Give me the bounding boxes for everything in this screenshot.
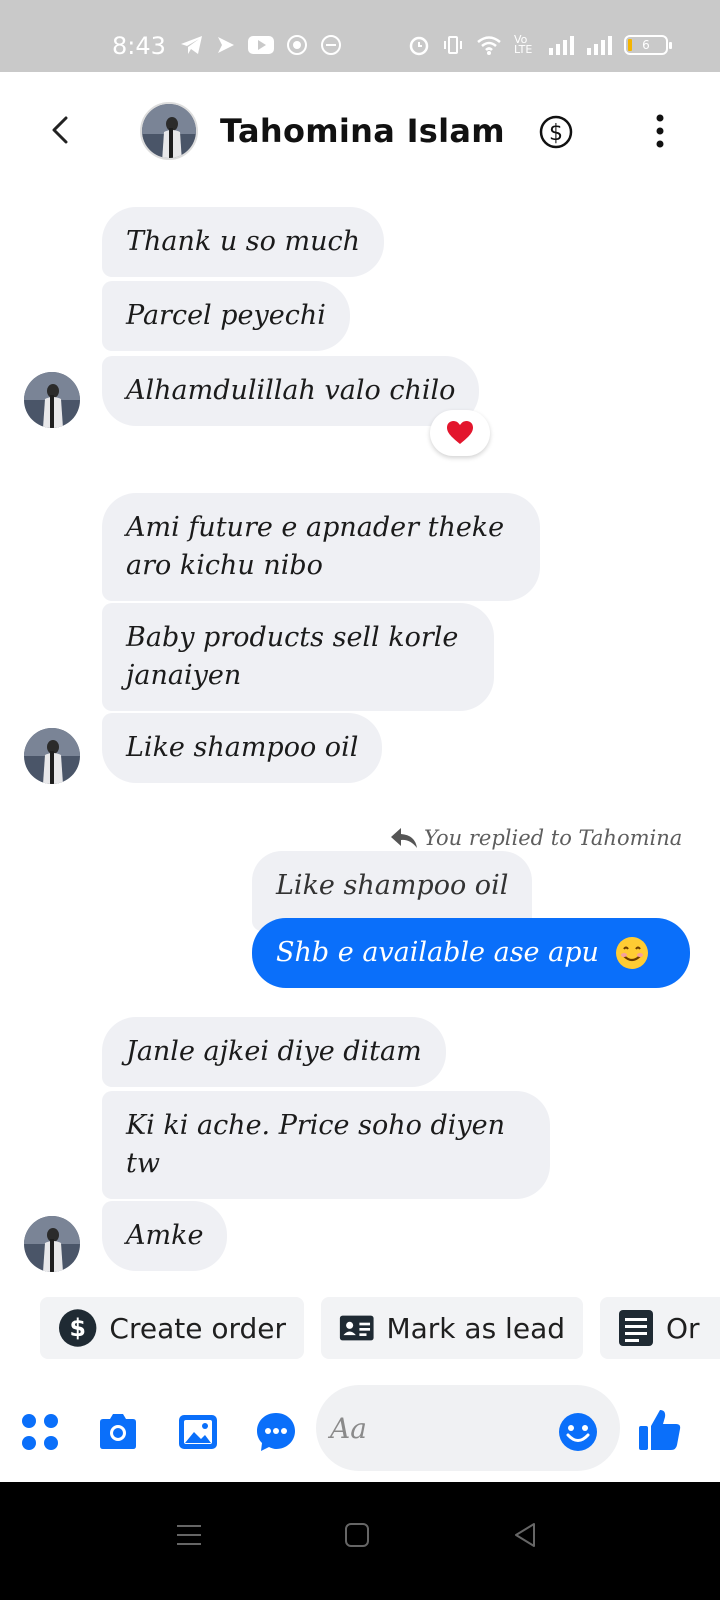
contact-avatar[interactable] bbox=[140, 102, 198, 160]
message-bubble[interactable]: Baby products sell korle janaiyen bbox=[102, 603, 494, 711]
message-bubble[interactable]: Ki ki ache. Price soho diyen tw bbox=[102, 1091, 550, 1199]
more-vertical-icon[interactable] bbox=[646, 112, 674, 150]
reply-note: You replied to Tahomina bbox=[390, 826, 682, 850]
status-right-icons: Vo LTE 6 bbox=[408, 33, 672, 56]
send-icon bbox=[218, 37, 234, 53]
message-bubble[interactable]: Janle ajkei diye ditam bbox=[102, 1017, 446, 1087]
message-text: Baby products sell korle janaiyen bbox=[126, 622, 459, 691]
message-text: Alhamdulillah valo chilo bbox=[126, 375, 456, 406]
camera-icon[interactable] bbox=[96, 1410, 140, 1454]
message-bubble[interactable]: Amke bbox=[102, 1201, 228, 1271]
message-text: Ami future e apnader theke aro kichu nib… bbox=[126, 512, 505, 581]
signal-icon bbox=[587, 36, 612, 55]
status-bar: 8:43 Vo LTE 6 bbox=[0, 0, 720, 72]
alarm-icon bbox=[409, 36, 429, 56]
like-icon[interactable] bbox=[636, 1406, 684, 1454]
list-icon bbox=[619, 1310, 653, 1346]
home-icon[interactable] bbox=[344, 1522, 370, 1548]
chat-more-icon[interactable] bbox=[254, 1410, 298, 1454]
create-order-button[interactable]: $ Create order bbox=[40, 1297, 304, 1359]
battery-level: 6 bbox=[642, 38, 650, 52]
imo-icon bbox=[321, 35, 341, 55]
gallery-icon[interactable] bbox=[176, 1410, 220, 1454]
menu-icon[interactable] bbox=[176, 1522, 202, 1548]
app-icon bbox=[287, 35, 307, 55]
volte-icon: Vo LTE bbox=[514, 33, 533, 56]
status-left-icons bbox=[180, 34, 342, 56]
back-nav-icon[interactable] bbox=[512, 1522, 538, 1548]
emoji-icon[interactable] bbox=[556, 1410, 600, 1454]
reply-icon bbox=[391, 828, 417, 848]
message-bubble[interactable]: Thank u so much bbox=[102, 207, 384, 277]
heart-icon bbox=[447, 421, 473, 444]
svg-text:$: $ bbox=[549, 121, 563, 146]
apps-icon[interactable] bbox=[18, 1410, 62, 1454]
message-text: Janle ajkei diye ditam bbox=[126, 1036, 422, 1067]
telegram-icon bbox=[181, 36, 202, 54]
battery-icon: 6 bbox=[624, 35, 672, 55]
status-time: 8:43 bbox=[112, 32, 166, 60]
system-nav-bar bbox=[0, 1482, 720, 1600]
reply-note-text: You replied to Tahomina bbox=[424, 826, 683, 850]
message-bubble[interactable]: Like shampoo oil bbox=[102, 713, 383, 783]
message-text: Parcel peyechi bbox=[126, 300, 326, 331]
wifi-icon bbox=[477, 36, 501, 55]
message-text: Ki ki ache. Price soho diyen tw bbox=[126, 1110, 505, 1179]
message-bubble-outgoing[interactable]: Shb e available ase apu bbox=[252, 918, 690, 988]
conversation-header: Tahomina Islam $ bbox=[0, 72, 720, 190]
mark-as-lead-label: Mark as lead bbox=[386, 1311, 565, 1345]
message-text: Thank u so much bbox=[126, 226, 360, 257]
youtube-icon bbox=[248, 36, 274, 54]
message-bubble[interactable]: Ami future e apnader theke aro kichu nib… bbox=[102, 493, 540, 601]
orders-label: Or bbox=[666, 1311, 700, 1345]
message-bubble[interactable]: Alhamdulillah valo chilo bbox=[102, 356, 480, 426]
smiling-face-icon bbox=[615, 937, 648, 969]
back-icon[interactable] bbox=[44, 112, 80, 148]
message-text: Like shampoo oil bbox=[126, 732, 359, 763]
mark-as-lead-button[interactable]: Mark as lead bbox=[321, 1297, 583, 1359]
contact-avatar[interactable] bbox=[24, 1216, 80, 1272]
message-text: Shb e available ase apu bbox=[276, 937, 599, 968]
contact-name[interactable]: Tahomina Islam bbox=[220, 112, 505, 150]
signal-icon bbox=[549, 36, 574, 55]
dollar-icon[interactable]: $ bbox=[538, 114, 574, 150]
message-bubble[interactable]: Parcel peyechi bbox=[102, 281, 350, 351]
reaction-badge[interactable] bbox=[430, 410, 490, 456]
message-input-placeholder: Aa bbox=[330, 1412, 367, 1445]
create-order-label: Create order bbox=[109, 1311, 286, 1345]
dollar-icon: $ bbox=[58, 1309, 97, 1347]
contact-card-icon bbox=[339, 1315, 374, 1341]
svg-text:$: $ bbox=[69, 1314, 85, 1342]
contact-avatar[interactable] bbox=[24, 372, 80, 428]
vibrate-icon bbox=[444, 36, 462, 54]
orders-button[interactable]: Or bbox=[600, 1297, 720, 1359]
contact-avatar[interactable] bbox=[24, 728, 80, 784]
quoted-text: Like shampoo oil bbox=[276, 870, 509, 901]
message-text: Amke bbox=[126, 1220, 204, 1251]
